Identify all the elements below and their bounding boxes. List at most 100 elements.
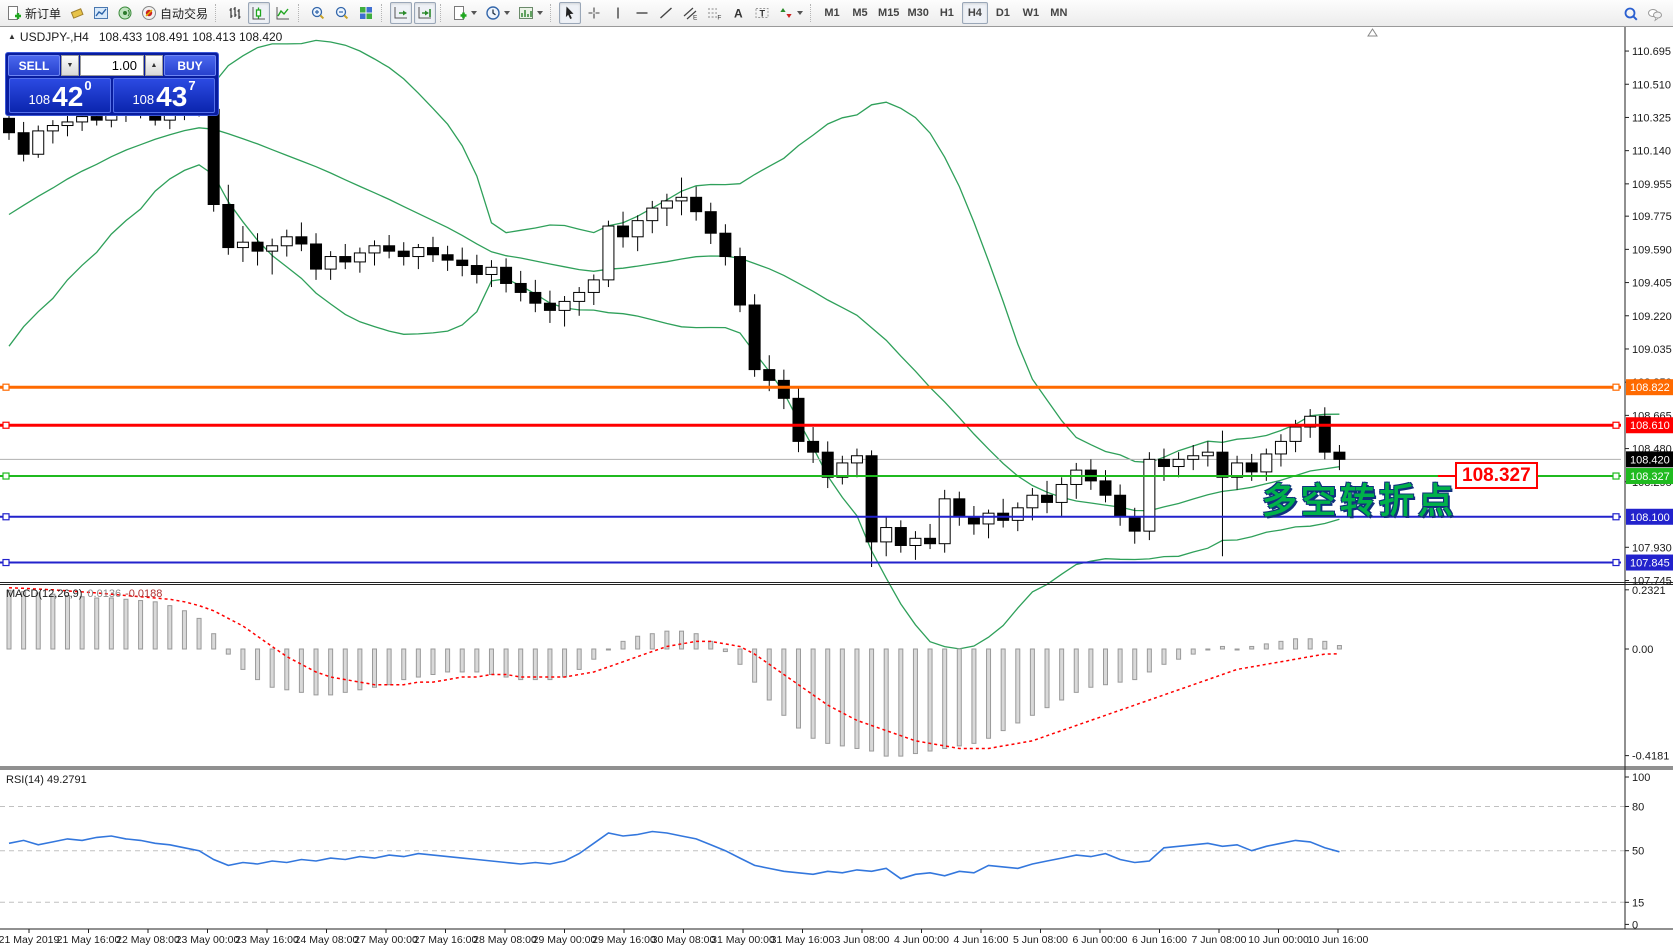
- price-axis-label: 109.775: [1632, 211, 1672, 223]
- line-handle[interactable]: [3, 473, 9, 479]
- bull-candle-body: [354, 253, 365, 262]
- timeframe-m5-button[interactable]: M5: [847, 2, 873, 24]
- macd-histogram-bar: [446, 649, 450, 672]
- turning-point-annotation[interactable]: 多空转折点: [1262, 473, 1457, 524]
- line-handle[interactable]: [3, 560, 9, 566]
- volume-decrement-button[interactable]: ▼: [61, 55, 79, 76]
- zoom-in-button[interactable]: [307, 2, 329, 24]
- line-handle[interactable]: [1613, 560, 1619, 566]
- arrows-tool-button[interactable]: [775, 2, 806, 24]
- price-badge-label: 108.822: [1630, 382, 1670, 394]
- time-axis-label: 31 May 16:00: [771, 934, 835, 946]
- text-label-tool-button[interactable]: T: [751, 2, 773, 24]
- time-axis-label: 10 Jun 16:00: [1308, 934, 1369, 946]
- chart-shift-button[interactable]: [414, 2, 436, 24]
- timeframe-h4-button[interactable]: H4: [962, 2, 988, 24]
- macd-signal-value: -0.0188: [125, 588, 162, 600]
- volume-input[interactable]: [80, 55, 144, 76]
- bear-candle-body: [778, 380, 789, 398]
- clock-icon: [485, 5, 501, 21]
- sell-price-box[interactable]: 108420: [9, 78, 111, 113]
- sell-price-point: 0: [84, 79, 91, 93]
- bull-candle-body: [325, 257, 336, 270]
- indicators-button[interactable]: [449, 2, 480, 24]
- line-handle[interactable]: [3, 514, 9, 520]
- trendline-tool-button[interactable]: [655, 2, 677, 24]
- horizontal-line-tool-button[interactable]: [631, 2, 653, 24]
- candlestick-mode-button[interactable]: [248, 2, 270, 24]
- macd-histogram-bar: [270, 649, 274, 687]
- timeframe-w1-button[interactable]: W1: [1018, 2, 1044, 24]
- toolbar-separator: [298, 4, 302, 22]
- line-handle[interactable]: [1613, 514, 1619, 520]
- templates-button[interactable]: [515, 2, 546, 24]
- time-axis-label: 3 Jun 08:00: [835, 934, 890, 946]
- buy-button[interactable]: BUY: [164, 55, 216, 76]
- bull-candle-body: [47, 126, 58, 131]
- macd-indicator-label: MACD(12,26,9)0.0136-0.0188: [6, 588, 162, 600]
- macd-histogram-bar: [1016, 649, 1020, 723]
- macd-histogram-bar: [811, 649, 815, 738]
- price-axis-label: 109.955: [1632, 179, 1672, 191]
- price-annotation-box[interactable]: 108.327: [1455, 462, 1538, 489]
- bear-candle-body: [691, 197, 702, 211]
- timeframe-m1-button[interactable]: M1: [819, 2, 845, 24]
- timeframe-m30-button[interactable]: M30: [904, 2, 931, 24]
- price-badge-label: 108.420: [1630, 454, 1670, 466]
- cursor-tool-button[interactable]: [559, 2, 581, 24]
- bull-candle-body: [881, 528, 892, 542]
- macd-histogram-bar: [1264, 644, 1268, 649]
- eraser-button[interactable]: [66, 2, 88, 24]
- macd-histogram-bar: [241, 649, 245, 669]
- auto-scroll-button[interactable]: [390, 2, 412, 24]
- bear-candle-body: [252, 242, 263, 251]
- volume-increment-button[interactable]: ▲: [145, 55, 163, 76]
- svg-text:E: E: [693, 15, 698, 22]
- macd-histogram-bar: [387, 649, 391, 685]
- text-tool-button[interactable]: A: [727, 2, 749, 24]
- line-handle[interactable]: [1613, 473, 1619, 479]
- zoom-out-button[interactable]: [331, 2, 353, 24]
- new-order-button[interactable]: 新订单: [3, 2, 64, 24]
- fibonacci-tool-button[interactable]: F: [703, 2, 725, 24]
- sound-alert-button[interactable]: [114, 2, 136, 24]
- macd-histogram-bar: [796, 649, 800, 728]
- macd-histogram-bar: [95, 598, 99, 649]
- macd-histogram-bar: [928, 649, 932, 751]
- line-handle[interactable]: [1613, 384, 1619, 390]
- chart-shift-marker[interactable]: [1368, 29, 1377, 36]
- line-handle[interactable]: [3, 422, 9, 428]
- vertical-line-tool-button[interactable]: [607, 2, 629, 24]
- timeframe-m15-button[interactable]: M15: [875, 2, 902, 24]
- timeframe-d1-button[interactable]: D1: [990, 2, 1016, 24]
- line-handle[interactable]: [3, 384, 9, 390]
- bull-candle-body: [661, 201, 672, 208]
- sell-button[interactable]: SELL: [8, 55, 60, 76]
- buy-price-box[interactable]: 108437: [113, 78, 215, 113]
- macd-histogram-bar: [431, 649, 435, 675]
- bar-chart-mode-button[interactable]: [224, 2, 246, 24]
- line-chart-mode-button[interactable]: [272, 2, 294, 24]
- toolbar-separator: [550, 4, 554, 22]
- toolbar-separator: [215, 4, 219, 22]
- toolbar-separator: [381, 4, 385, 22]
- macd-histogram-bar: [1162, 649, 1166, 664]
- tile-windows-button[interactable]: [355, 2, 377, 24]
- equidistant-channel-tool-button[interactable]: E: [679, 2, 701, 24]
- macd-histogram-bar: [226, 649, 230, 654]
- line-handle[interactable]: [1613, 422, 1619, 428]
- timeframe-h1-button[interactable]: H1: [934, 2, 960, 24]
- crosshair-tool-button[interactable]: [583, 2, 605, 24]
- bear-candle-body: [208, 109, 219, 204]
- periods-button[interactable]: [482, 2, 513, 24]
- bear-candle-body: [340, 257, 351, 262]
- search-button[interactable]: [1620, 3, 1642, 25]
- timeframe-mn-button[interactable]: MN: [1046, 2, 1072, 24]
- bear-candle-body: [1042, 495, 1053, 502]
- chat-button[interactable]: [1644, 3, 1666, 25]
- macd-histogram-bar: [109, 598, 113, 649]
- open-chart-button[interactable]: [90, 2, 112, 24]
- collapse-arrow-icon[interactable]: ▲: [8, 32, 16, 41]
- autotrading-button[interactable]: 自动交易: [138, 2, 211, 24]
- bear-candle-body: [1246, 463, 1257, 472]
